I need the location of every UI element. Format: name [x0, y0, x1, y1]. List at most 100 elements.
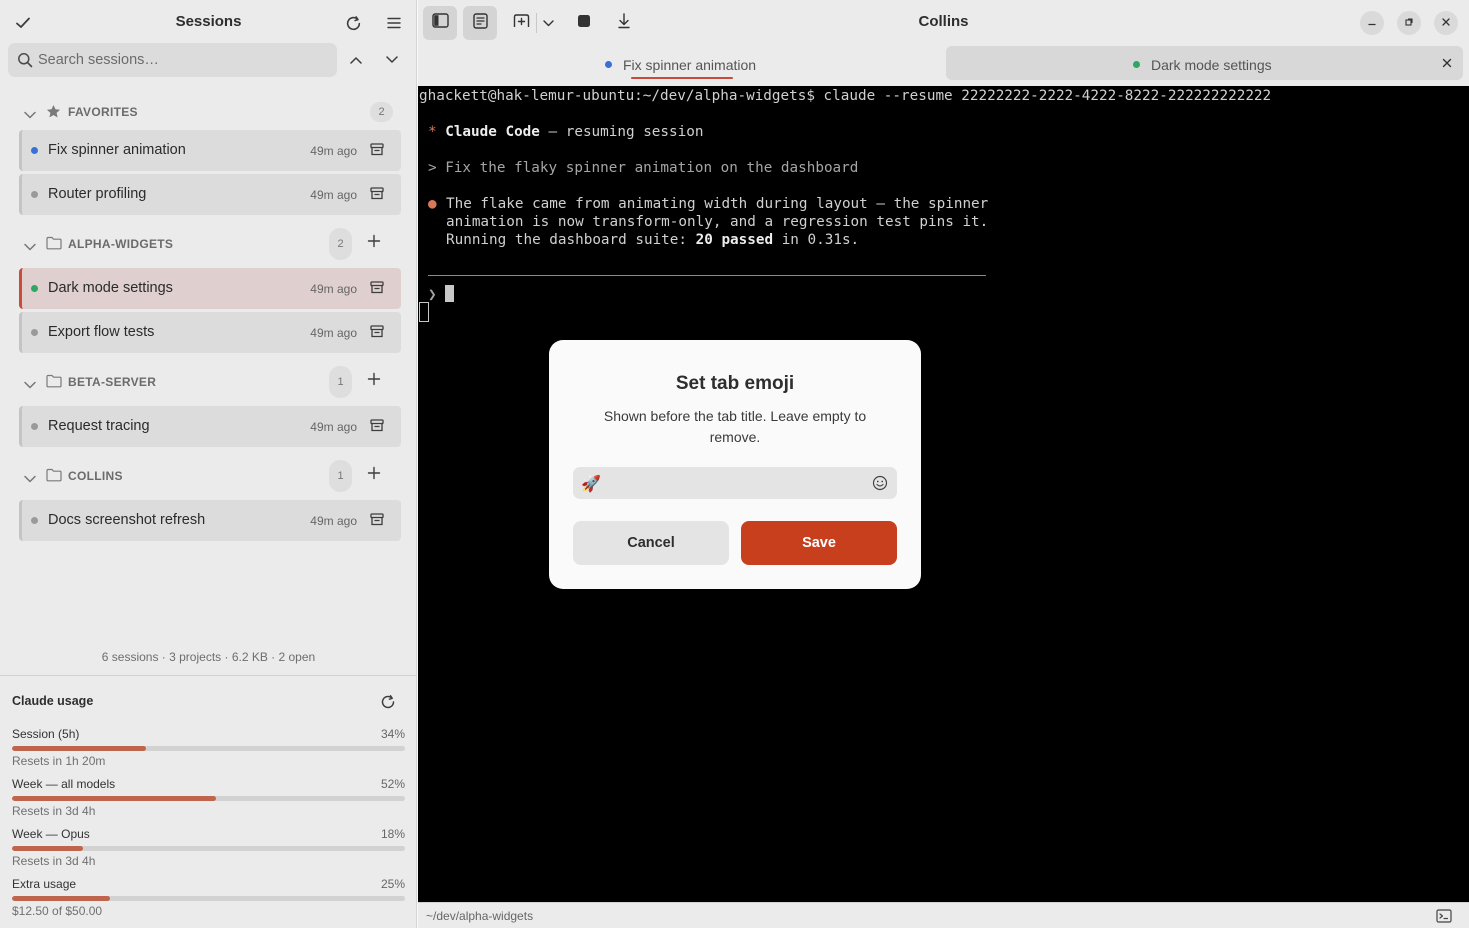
tab-label: Fix spinner animation: [623, 57, 757, 73]
window-title: Collins: [918, 13, 969, 30]
close-tab-icon[interactable]: [1441, 56, 1453, 74]
usage-bar-fill: [12, 896, 111, 901]
session-item-fix-spinner-animation[interactable]: Fix spinner animation 49m ago: [19, 130, 401, 171]
usage-bar: [12, 796, 405, 801]
session-time: 49m ago: [310, 282, 357, 296]
session-time: 49m ago: [310, 188, 357, 202]
terminal-user-message: > Fix the flaky spinner animation on the…: [428, 160, 859, 176]
session-status-dot: [31, 191, 38, 198]
session-status-dot: [31, 147, 38, 154]
usage-bar-fill: [12, 846, 83, 851]
session-item-router-profiling[interactable]: Router profiling 49m ago: [19, 174, 401, 215]
dialog-title: Set tab emoji: [675, 373, 795, 394]
sessions-summary: 6 sessions · 3 projects · 6.2 KB · 2 ope…: [101, 650, 316, 664]
group-header-favorites[interactable]: FAVORITES 2: [20, 98, 400, 126]
search-input[interactable]: [38, 43, 328, 77]
reply-3c: in 0.31s.: [773, 232, 860, 248]
close-icon: [1441, 14, 1451, 32]
chevron-down-icon[interactable]: [382, 50, 402, 70]
dialog-description: Shown before the tab title. Leave empty …: [603, 408, 867, 445]
emoji-picker-icon[interactable]: [872, 475, 888, 496]
archive-icon[interactable]: [370, 325, 384, 343]
session-item-request-tracing[interactable]: Request tracing 49m ago: [19, 406, 401, 447]
archive-icon[interactable]: [370, 143, 384, 161]
save-button[interactable]: Save: [741, 521, 897, 565]
tab-status-dot: [1133, 61, 1140, 68]
usage-panel: Claude usage Session (5h) 34% Resets in …: [0, 675, 417, 928]
passed-count: 20 passed: [695, 232, 774, 248]
collapse-chevron-icon[interactable]: [24, 376, 36, 394]
collapse-chevron-icon[interactable]: [24, 106, 36, 124]
input-prompt-glyph: ❯: [428, 287, 437, 303]
minimize-icon: [1367, 14, 1377, 32]
tab-fix-spinner-animation[interactable]: Fix spinner animation: [418, 46, 946, 80]
group-count-badge: 1: [329, 366, 352, 398]
usage-title: Claude usage: [12, 694, 94, 708]
claude-star-glyph: *: [428, 124, 437, 140]
tab-dark-mode-settings[interactable]: Dark mode settings: [946, 46, 1463, 80]
add-session-icon[interactable]: [367, 372, 387, 392]
refresh-icon[interactable]: [342, 12, 364, 34]
usage-bar-fill: [12, 796, 217, 801]
session-status-dot: [31, 329, 38, 336]
session-status-dot: [31, 423, 38, 430]
archive-icon[interactable]: [370, 187, 384, 205]
terminal-reply-line-2: animation is now transform-only, and a r…: [446, 214, 989, 230]
status-bar: ~/dev/alpha-widgets: [418, 902, 1469, 928]
chevron-up-icon[interactable]: [346, 50, 366, 70]
session-name: Fix spinner animation: [48, 142, 186, 158]
usage-row-week-all: Week — all models 52% Resets in 3d 4h: [12, 777, 405, 823]
archive-icon[interactable]: [370, 513, 384, 531]
sidebar-header: Sessions: [0, 0, 417, 44]
set-tab-emoji-dialog: Set tab emoji Shown before the tab title…: [549, 340, 921, 589]
group-count-badge: 1: [329, 460, 352, 492]
close-window-button[interactable]: [1434, 11, 1458, 35]
terminal-icon[interactable]: [1436, 909, 1452, 928]
usage-label: Week — Opus: [12, 827, 90, 841]
usage-note: Resets in 3d 4h: [12, 804, 96, 818]
maximize-button[interactable]: [1397, 11, 1421, 35]
minimize-button[interactable]: [1360, 11, 1384, 35]
sessions-sidebar: Sessions FAVORITES 2 Fix spinner animati…: [0, 0, 417, 928]
collapse-chevron-icon[interactable]: [24, 470, 36, 488]
tab-status-dot: [605, 61, 612, 68]
session-item-export-flow-tests[interactable]: Export flow tests 49m ago: [19, 312, 401, 353]
emoji-input[interactable]: [581, 467, 861, 499]
usage-label: Extra usage: [12, 877, 77, 891]
group-header-collins[interactable]: COLLINS 1: [20, 460, 400, 492]
hamburger-menu-icon[interactable]: [383, 12, 405, 34]
group-name: COLLINS: [68, 469, 123, 483]
input-separator: [428, 275, 986, 276]
group-name: ALPHA-WIDGETS: [68, 237, 174, 251]
group-header-alpha-widgets[interactable]: ALPHA-WIDGETS 2: [20, 228, 400, 260]
usage-label: Week — all models: [12, 777, 116, 791]
group-count-badge: 2: [329, 228, 352, 260]
session-time: 49m ago: [310, 144, 357, 158]
folder-icon: [46, 374, 62, 393]
reply-bullet: ●: [428, 196, 437, 212]
add-session-icon[interactable]: [367, 234, 387, 254]
session-item-docs-screenshot-refresh[interactable]: Docs screenshot refresh 49m ago: [19, 500, 401, 541]
group-header-beta-server[interactable]: BETA-SERVER 1: [20, 366, 400, 398]
text-cursor: [445, 285, 455, 302]
usage-note: Resets in 3d 4h: [12, 854, 96, 868]
group-name: BETA-SERVER: [68, 375, 157, 389]
session-status-dot: [31, 517, 38, 524]
cancel-button[interactable]: Cancel: [573, 521, 729, 565]
collapse-chevron-icon[interactable]: [24, 238, 36, 256]
folder-icon: [46, 236, 62, 255]
session-name: Docs screenshot refresh: [48, 512, 206, 528]
usage-row-session: Session (5h) 34% Resets in 1h 20m: [12, 727, 405, 773]
usage-row-week-opus: Week — Opus 18% Resets in 3d 4h: [12, 827, 405, 873]
group-name: FAVORITES: [68, 105, 138, 119]
usage-percent: 52%: [380, 777, 405, 791]
usage-percent: 25%: [380, 877, 405, 891]
session-status-dot: [31, 285, 38, 292]
refresh-usage-icon[interactable]: [377, 691, 399, 713]
archive-icon[interactable]: [370, 419, 384, 437]
restore-icon: [1404, 14, 1414, 32]
add-session-icon[interactable]: [367, 466, 387, 486]
session-item-dark-mode-settings[interactable]: Dark mode settings 49m ago: [19, 268, 401, 309]
search-icon: [17, 52, 33, 73]
archive-icon[interactable]: [370, 281, 384, 299]
